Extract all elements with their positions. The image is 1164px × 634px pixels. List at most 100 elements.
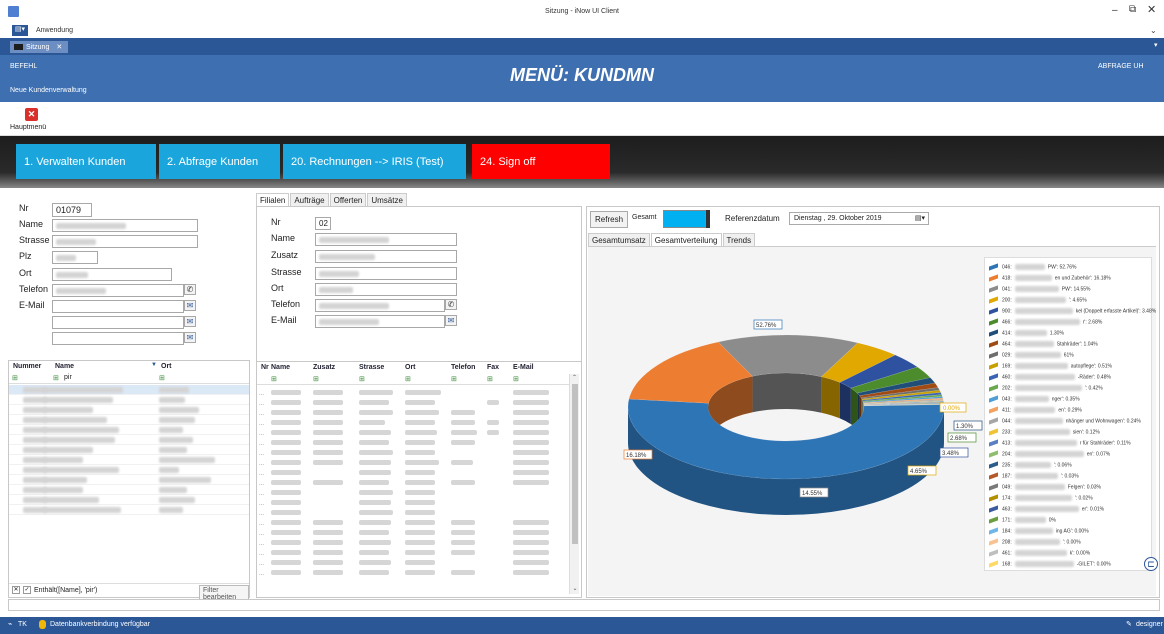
tab-gesamtverteilung[interactable]: Gesamtverteilung <box>650 233 722 247</box>
hauptmenu-label[interactable]: Hauptmenü <box>10 124 46 131</box>
table-row[interactable] <box>9 435 249 445</box>
column-header-fax[interactable]: Fax <box>485 362 501 374</box>
telefon-field[interactable] <box>52 284 184 297</box>
table-row[interactable] <box>9 485 249 495</box>
branch-name-field[interactable] <box>315 233 457 246</box>
table-row[interactable] <box>9 465 249 475</box>
mail-icon[interactable]: ✉ <box>445 315 457 326</box>
ort-field[interactable] <box>52 268 172 281</box>
filter-cell-icon[interactable]: ⊞ <box>513 375 519 383</box>
branch-telefon-field[interactable] <box>315 299 445 312</box>
nr-field[interactable]: 01079 <box>52 203 92 217</box>
filter-cell-icon[interactable]: ⊞ <box>359 375 365 383</box>
table-row[interactable] <box>9 425 249 435</box>
mail-icon[interactable]: ✉ <box>184 300 196 311</box>
tab-gesamtumsatz[interactable]: Gesamtumsatz <box>588 233 650 247</box>
legend-item-204[interactable]: 204: en': 0.07% <box>989 450 1110 459</box>
column-header-telefon[interactable]: Telefon <box>449 362 477 374</box>
legend-item-233[interactable]: 233: sien': 0.12% <box>989 428 1100 437</box>
table-row[interactable] <box>9 395 249 405</box>
scroll-down-icon[interactable]: ⌄ <box>570 585 580 592</box>
table-row[interactable] <box>9 475 249 485</box>
column-header-ort[interactable]: Ort <box>159 361 174 373</box>
column-header-name[interactable]: Name <box>53 361 76 373</box>
branch-zusatz-field[interactable] <box>315 250 457 263</box>
legend-item-461[interactable]: 461: k': 0.00% <box>989 549 1090 558</box>
legend-item-171[interactable]: 171: 0% <box>989 516 1056 525</box>
legend-item-900[interactable]: 900: kel (Doppelt erfasste Artikel)': 3.4… <box>989 307 1156 316</box>
table-row[interactable] <box>9 445 249 455</box>
tab-dropdown-icon[interactable]: ▾ <box>1154 41 1158 49</box>
scroll-thumb[interactable] <box>572 384 578 544</box>
mail-icon[interactable]: ✉ <box>184 316 196 327</box>
branch-scrollbar[interactable]: ⌃ ⌄ <box>569 374 579 594</box>
plz-field[interactable] <box>52 251 98 264</box>
filter-cell-icon[interactable]: ⊞ <box>451 375 457 383</box>
clear-filter-icon[interactable]: ✕ <box>12 586 20 594</box>
legend-item-208[interactable]: 208: ': 0.00% <box>989 538 1081 547</box>
tab-auftraege[interactable]: Aufträge <box>290 193 329 207</box>
legend-item-202[interactable]: 202: ': 0.42% <box>989 384 1103 393</box>
legend-item-411[interactable]: 411: en': 0.29% <box>989 406 1082 415</box>
tab-close-icon[interactable]: ✕ <box>56 44 62 51</box>
table-row[interactable] <box>9 455 249 465</box>
table-row[interactable] <box>9 495 249 505</box>
legend-item-200[interactable]: 200: ': 4.65% <box>989 296 1087 305</box>
legend-item-041[interactable]: 041: PW': 14.55% <box>989 285 1090 294</box>
filter-cell-icon[interactable]: ⊞ <box>53 374 59 382</box>
legend-item-187[interactable]: 187: ': 0.03% <box>989 472 1079 481</box>
legend-item-044[interactable]: 044: nhänger und Wohnwagen': 0.24% <box>989 417 1141 426</box>
table-row[interactable] <box>9 505 249 515</box>
filter-cell-icon[interactable]: ⊞ <box>487 375 493 383</box>
refresh-button[interactable]: Refresh <box>590 211 629 228</box>
tab-sitzung[interactable]: Sitzung ✕ <box>10 41 68 53</box>
filter-icon[interactable]: ▼ <box>151 362 157 368</box>
legend-item-414[interactable]: 414: 1.30% <box>989 329 1064 338</box>
column-header-email[interactable]: E-Mail <box>511 362 536 374</box>
phone-icon[interactable]: ✆ <box>184 284 196 295</box>
branch-nr-field[interactable]: 02 <box>315 217 331 230</box>
phone-icon[interactable]: ✆ <box>445 299 457 310</box>
legend-item-418[interactable]: 418: en und Zubehör': 16.18% <box>989 274 1111 283</box>
table-row[interactable] <box>9 405 249 415</box>
app-menu-button[interactable]: ▤▾ <box>12 25 28 36</box>
email-field-1[interactable] <box>52 300 184 313</box>
table-row[interactable] <box>9 385 249 395</box>
strasse-field[interactable] <box>52 235 198 248</box>
tab-offerten[interactable]: Offerten <box>329 193 367 207</box>
filter-cell-icon[interactable]: ⊞ <box>271 375 277 383</box>
branch-email-field[interactable] <box>315 315 445 328</box>
branch-ort-field[interactable] <box>315 283 457 296</box>
column-header-ort[interactable]: Ort <box>403 362 418 374</box>
filter-enabled-checkbox[interactable]: ✓ <box>23 586 31 594</box>
filter-cell-icon[interactable]: ⊞ <box>12 374 18 382</box>
name-field[interactable] <box>52 219 198 232</box>
legend-item-466[interactable]: 466: r': 2.68% <box>989 318 1102 327</box>
date-picker[interactable]: Dienstag , 29. Oktober 2019 ▤▾ <box>789 212 929 225</box>
tab-filialen[interactable]: Filialen <box>256 193 290 207</box>
table-row[interactable] <box>9 415 249 425</box>
filter-name-value[interactable]: pir <box>64 374 72 381</box>
scroll-up-icon[interactable]: ⌃ <box>570 374 579 381</box>
email-field-2[interactable] <box>52 316 184 329</box>
branch-strasse-field[interactable] <box>315 267 457 280</box>
mail-icon[interactable]: ✉ <box>184 332 196 343</box>
gesamt-color-swatch[interactable] <box>663 210 706 228</box>
legend-item-413[interactable]: 413: r für Stahlräder': 0.11% <box>989 439 1131 448</box>
expand-icon[interactable]: ⊏ <box>1144 557 1158 571</box>
tile-rechnungen-iris[interactable]: 20. Rechnungen --> IRIS (Test) <box>283 144 466 179</box>
calendar-icon[interactable]: ▤▾ <box>915 214 925 222</box>
column-header-strasse[interactable]: Strasse <box>357 362 386 374</box>
filter-cell-icon[interactable]: ⊞ <box>405 375 411 383</box>
legend-item-460[interactable]: 460: -Räder': 0.48% <box>989 373 1111 382</box>
command-input[interactable] <box>8 599 1160 611</box>
legend-item-174[interactable]: 174: ': 0.02% <box>989 494 1093 503</box>
filter-cell-icon[interactable]: ⊞ <box>313 375 319 383</box>
tile-abfrage-kunden[interactable]: 2. Abfrage Kunden <box>159 144 280 179</box>
legend-item-168[interactable]: 168: -GILET': 0.00% <box>989 560 1111 569</box>
email-field-3[interactable] <box>52 332 184 345</box>
legend-item-235[interactable]: 235: ': 0.06% <box>989 461 1072 470</box>
legend-item-463[interactable]: 463: er': 0.01% <box>989 505 1104 514</box>
close-icon[interactable]: ✕ <box>25 108 38 121</box>
legend-item-043[interactable]: 043: nger': 0.35% <box>989 395 1080 404</box>
